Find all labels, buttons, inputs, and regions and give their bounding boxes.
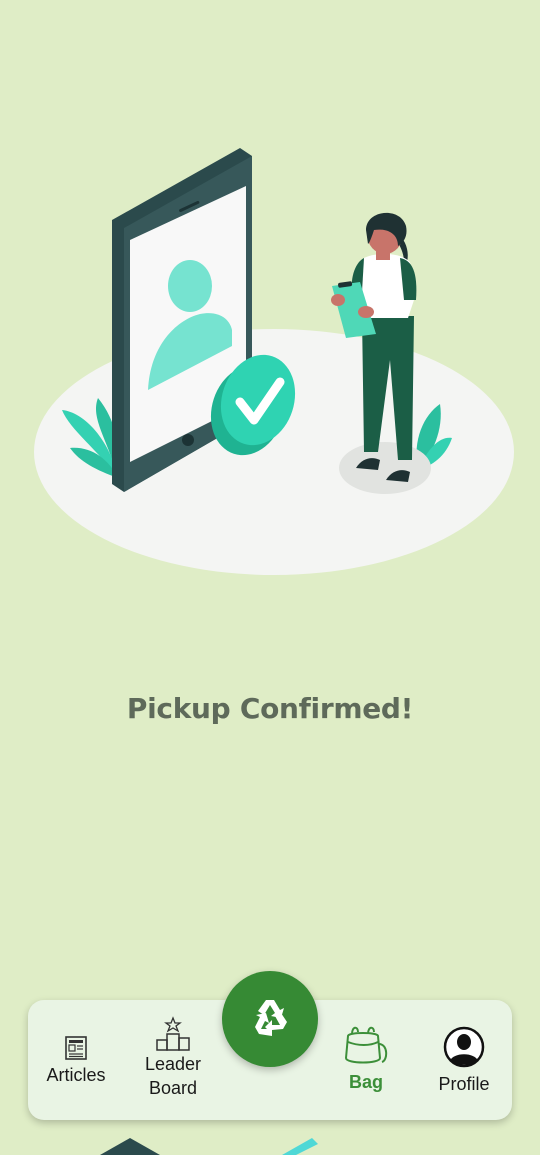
nav-label-bag: Bag bbox=[348, 1072, 383, 1092]
nav-item-profile[interactable]: Profile bbox=[426, 1026, 502, 1096]
nav-label-articles: Articles bbox=[46, 1065, 106, 1085]
newspaper-icon bbox=[65, 1036, 87, 1060]
bag-icon bbox=[344, 1026, 388, 1064]
nav-label-profile: Profile bbox=[438, 1074, 490, 1094]
nav-label-board: Board bbox=[148, 1078, 198, 1098]
profile-icon bbox=[443, 1026, 485, 1068]
recycle-fab-button[interactable] bbox=[222, 971, 318, 1067]
pickup-confirmed-title: Pickup Confirmed! bbox=[126, 692, 414, 725]
nav-item-leader-board[interactable]: Leader Board bbox=[138, 1016, 208, 1100]
recycle-icon bbox=[255, 1000, 287, 1036]
podium-icon bbox=[156, 1016, 190, 1051]
nav-item-bag[interactable]: Bag bbox=[328, 1022, 404, 1094]
pickup-confirmed-illustration bbox=[34, 148, 514, 575]
nav-item-articles[interactable]: Articles bbox=[38, 1032, 114, 1087]
content-peek bbox=[100, 1138, 318, 1155]
nav-label-leader: Leader bbox=[144, 1054, 202, 1074]
